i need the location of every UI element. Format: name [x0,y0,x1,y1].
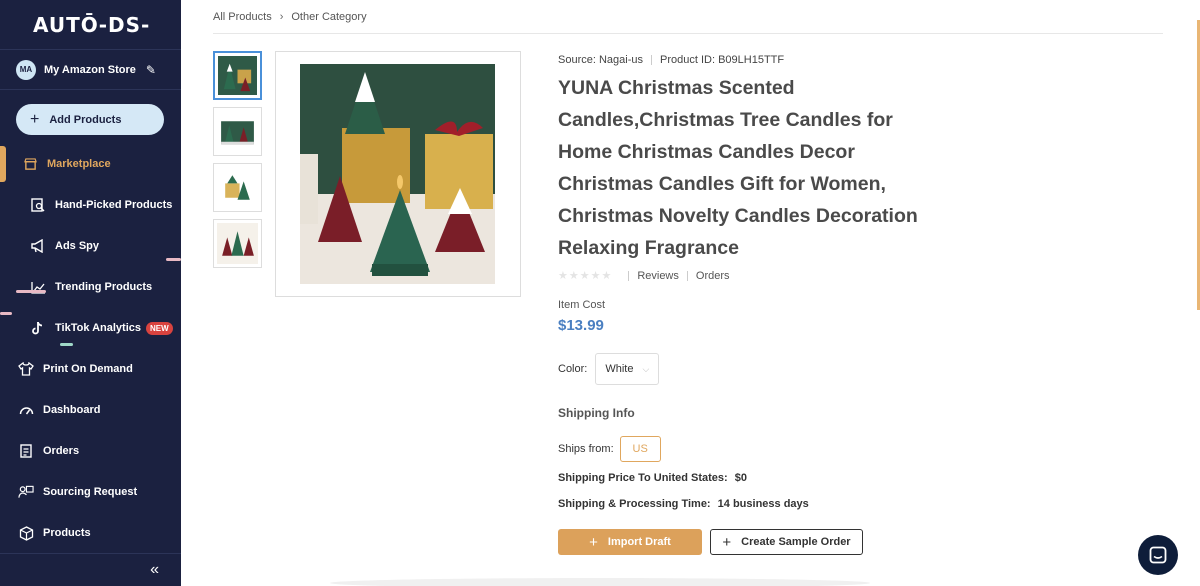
star-rating-icon: ★★★★★ [558,270,613,282]
decoration [330,578,870,586]
shipping-price-row: Shipping Price To United States: $0 [558,472,747,484]
sidebar-item-tiktok[interactable]: TikTok Analytics NEW [0,316,181,340]
pencil-icon[interactable]: ✎ [146,63,156,77]
color-label: Color: [558,363,588,375]
sidebar-item-hand-picked[interactable]: Hand-Picked Products [0,193,181,217]
rating-row: ★★★★★ Reviews Orders [558,269,730,283]
sidebar-item-label: Sourcing Request [43,486,138,498]
create-sample-order-label: Create Sample Order [741,536,851,548]
thumbnail[interactable] [213,219,262,268]
collapse-sidebar-button[interactable]: « [0,553,181,586]
sidebar-item-label: Hand-Picked Products [55,199,173,211]
product-id: Product ID: B09LH15TTF [660,54,785,66]
sidebar-item-marketplace[interactable]: Marketplace [0,152,181,176]
new-badge: NEW [146,321,173,335]
thumbnail-list [213,51,262,275]
product-title: YUNA Christmas Scented Candles,Christmas… [558,77,918,259]
avatar: MA [16,59,36,80]
add-products-label: Add Products [49,113,122,126]
tiktok-icon [30,320,46,336]
plus-icon: + [722,533,732,551]
chevron-right-icon: › [279,11,284,23]
shipping-time-row: Shipping & Processing Time: 14 business … [558,498,809,510]
shipping-time-label: Shipping & Processing Time: [558,498,711,510]
thumbnail[interactable] [213,107,262,156]
thumbnail[interactable] [213,51,262,100]
store-selector[interactable]: MA My Amazon Store ✎ [0,50,181,90]
sidebar-item-label: Products [43,527,91,539]
ships-from-row: Ships from: US [558,436,661,462]
breadcrumb: All Products › Other Category [213,11,367,23]
shipping-info-title: Shipping Info [558,406,635,420]
gauge-icon [18,402,34,418]
sidebar-item-label: Marketplace [47,158,111,170]
sidebar-item-label: Trending Products [55,281,153,293]
shipping-price-label: Shipping Price To United States: [558,472,728,484]
sourcing-icon [18,484,34,500]
decoration [60,343,73,346]
ships-from-option[interactable]: US [619,436,661,462]
divider [213,33,1163,34]
store-name: My Amazon Store [44,63,136,76]
decoration [166,258,181,261]
plus-icon: + [589,533,598,551]
sidebar-item-products[interactable]: Products [0,521,181,545]
reviews-link[interactable]: Reviews [637,270,679,282]
plus-icon: + [30,110,40,128]
product-source: Source: Nagai-us [558,54,643,66]
store-icon [22,156,38,172]
sidebar: AUTŌ-DS- MA My Amazon Store ✎ + Add Prod… [0,0,181,586]
divider [651,55,652,65]
import-draft-button[interactable]: + Import Draft [558,529,702,555]
sidebar-item-label: Orders [43,445,80,457]
search-doc-icon [30,197,46,213]
item-price: $13.99 [558,317,604,334]
chevron-down-icon: ⌵ [642,363,650,374]
sidebar-item-dashboard[interactable]: Dashboard [0,398,181,422]
sidebar-item-print-on-demand[interactable]: Print On Demand [0,357,181,381]
sidebar-item-label: TikTok Analytics [55,322,141,334]
megaphone-icon [30,238,46,254]
color-value: White [605,363,634,375]
color-select[interactable]: White ⌵ [595,353,660,385]
sidebar-item-orders[interactable]: Orders [0,439,181,463]
chat-button[interactable] [1138,535,1178,575]
orders-link[interactable]: Orders [696,270,730,282]
sidebar-item-trending[interactable]: Trending Products [0,275,181,299]
create-sample-order-button[interactable]: + Create Sample Order [710,529,863,555]
sidebar-item-ads-spy[interactable]: Ads Spy [0,234,181,258]
decoration [16,290,46,293]
breadcrumb-root[interactable]: All Products [213,11,272,23]
import-draft-label: Import Draft [607,536,671,548]
sidebar-item-label: Dashboard [43,404,101,416]
box-icon [18,525,34,541]
shipping-time-value: 14 business days [717,498,809,510]
shipping-price-value: $0 [734,472,748,484]
divider [628,270,630,281]
divider [686,270,688,281]
product-main-image[interactable] [275,51,521,297]
sidebar-item-label: Print On Demand [43,363,133,375]
app-logo[interactable]: AUTŌ-DS- [0,0,181,50]
item-cost-label: Item Cost [558,299,606,311]
shirt-icon [18,361,34,377]
decoration [0,312,12,315]
candle-image-icon [300,64,495,284]
thumbnail[interactable] [213,163,262,212]
color-row: Color: White ⌵ [558,353,660,385]
product-meta: Source: Nagai-us Product ID: B09LH15TTF [558,54,784,66]
sidebar-item-label: Ads Spy [55,240,100,252]
breadcrumb-current: Other Category [291,11,367,23]
add-products-button[interactable]: + Add Products [16,104,164,135]
sidebar-item-sourcing-request[interactable]: Sourcing Request [0,480,181,504]
clipboard-icon [18,443,34,459]
chat-icon [1149,546,1167,564]
ships-from-label: Ships from: [558,443,614,455]
